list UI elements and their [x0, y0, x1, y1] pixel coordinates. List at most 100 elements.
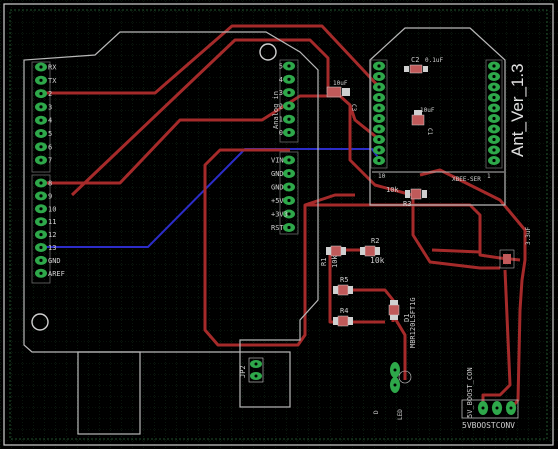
left-header-pin-label: AREF [48, 270, 65, 278]
xbee-label: XBEE-SER [452, 176, 481, 183]
left-header-pin-label: 10 [48, 205, 56, 213]
left-header-pin-label: TX [48, 77, 57, 85]
power-header-pin-hole [287, 158, 291, 162]
svg-text:10uF: 10uF [420, 107, 435, 114]
analog-header-pin-label: 0 [279, 129, 283, 137]
analog-header-pin-hole [287, 77, 291, 81]
power-header-pin-hole [287, 212, 291, 216]
xbee-left-pin-hole [377, 64, 381, 68]
analog-header-pin-hole [287, 104, 291, 108]
svg-text:LED: LED [397, 409, 404, 420]
left-header-pin-hole [39, 105, 43, 109]
xbee-right-pin-hole [492, 74, 496, 79]
xbee-right-pin-hole [492, 137, 496, 142]
left-header-pin-hole [39, 78, 43, 82]
svg-text:R3: R3 [403, 200, 411, 208]
left-header-pin-hole [39, 194, 43, 198]
left-header-pin-label: 8 [48, 180, 52, 188]
left-header-pin-hole [39, 220, 43, 224]
analog-header-pin-hole [287, 64, 291, 68]
left-header-pin-hole [39, 181, 43, 185]
left-header-pin-label: RX [48, 64, 57, 72]
xbee-left-pin-hole [377, 158, 381, 163]
svg-text:10k: 10k [386, 186, 399, 194]
left-header-pin-hole [39, 271, 43, 275]
xbee-right-pin-hole [492, 85, 496, 89]
left-header-pin-label: 5 [48, 130, 52, 138]
board-title: Ant_Ver_1.3 [508, 63, 527, 157]
power-header-pin-label: VIN [271, 157, 284, 165]
svg-text:3.3uF: 3.3uF [525, 227, 532, 245]
analog-header-pin-hole [287, 117, 291, 121]
svg-text:10k: 10k [331, 255, 339, 268]
left-header-pin-label: 7 [48, 157, 52, 165]
power-header-pin-hole [287, 171, 291, 176]
left-header-pin-label: 6 [48, 143, 52, 151]
xbee-left-pin-hole [377, 116, 381, 121]
svg-text:MBR120LSFT1G: MBR120LSFT1G [409, 297, 417, 348]
left-header-pin-hole [39, 258, 43, 262]
xbee-pin1-label: 1 [487, 173, 491, 180]
left-header-pin-hole [39, 145, 43, 149]
xbee-left-pin-hole [377, 106, 381, 110]
left-header-pin-label: 2 [48, 90, 52, 98]
left-header-pin-hole [39, 207, 43, 211]
power-header-pin-hole [287, 185, 291, 189]
analog-header-pin-hole [287, 130, 291, 135]
svg-text:10k: 10k [370, 256, 385, 265]
analog-header-pin-hole [287, 91, 291, 95]
left-header-pin-hole [39, 233, 43, 237]
svg-text:5V_BOOST_CON: 5V_BOOST_CON [466, 367, 474, 418]
xbee-right-pin-hole [492, 116, 496, 121]
power-header-pin-label: +3V3 [271, 211, 288, 219]
left-header-pin-hole [39, 92, 43, 96]
svg-text:C2: C2 [411, 56, 419, 64]
svg-text:R2: R2 [371, 237, 379, 245]
xbee-right-pin-hole [492, 64, 496, 68]
svg-text:D: D [373, 410, 380, 414]
power-header-pin-hole [287, 198, 291, 203]
left-header-pin-label: 4 [48, 117, 52, 125]
pcb-board: RXTX2345678910111213GNDAREF 543210 VINGN… [0, 0, 558, 449]
left-header-pin-hole [39, 65, 43, 69]
svg-text:JP2: JP2 [239, 365, 247, 378]
left-header-pin-label: GND [48, 257, 61, 265]
power-header-pin-label: RST [271, 224, 284, 232]
left-header-pin-hole [39, 118, 43, 122]
left-header-pin-label: 12 [48, 231, 56, 239]
analog-in-label: Analog in [272, 91, 280, 129]
svg-text:C3: C3 [350, 104, 357, 112]
xbee-right-pin-hole [492, 106, 496, 110]
power-header-pin-label: +5V [271, 197, 284, 205]
svg-text:R5: R5 [340, 276, 348, 284]
left-header-pin-label: 9 [48, 192, 52, 200]
left-header-pin-label: 13 [48, 244, 56, 252]
analog-header-pin-label: 4 [279, 76, 283, 84]
xbee-left-pin-hole [377, 74, 381, 79]
xbee-left-pin-hole [377, 95, 381, 100]
power-header-pin-label: GND [271, 184, 284, 192]
svg-text:R1: R1 [320, 258, 328, 266]
left-header-pin-hole [39, 131, 43, 136]
left-header-pin-hole [39, 245, 43, 250]
left-header-pin-hole [39, 158, 43, 162]
svg-text:C1: C1 [426, 128, 433, 136]
power-header-pin-label: GND [271, 170, 284, 178]
xbee-right-pin-hole [492, 127, 496, 131]
xbee-left-pin-hole [377, 148, 381, 152]
xbee-pin10-label: 10 [378, 173, 386, 180]
svg-text:R4: R4 [340, 307, 348, 315]
svg-text:5VBOOSTCONV: 5VBOOSTCONV [462, 421, 515, 430]
left-header-pin-label: 11 [48, 218, 56, 226]
xbee-right-pin-hole [492, 95, 496, 100]
svg-text:0.1uF: 0.1uF [425, 57, 443, 64]
xbee-left-pin-hole [377, 137, 381, 142]
xbee-left-pin-hole [377, 127, 381, 131]
xbee-left-pin-hole [377, 85, 381, 89]
left-header-pin-label: 3 [48, 103, 52, 111]
analog-header-pin-label: 5 [279, 63, 283, 71]
xbee-right-pin-hole [492, 148, 496, 152]
power-header-pin-hole [287, 225, 291, 230]
xbee-right-pin-hole [492, 158, 496, 163]
svg-text:10uF: 10uF [333, 80, 348, 87]
